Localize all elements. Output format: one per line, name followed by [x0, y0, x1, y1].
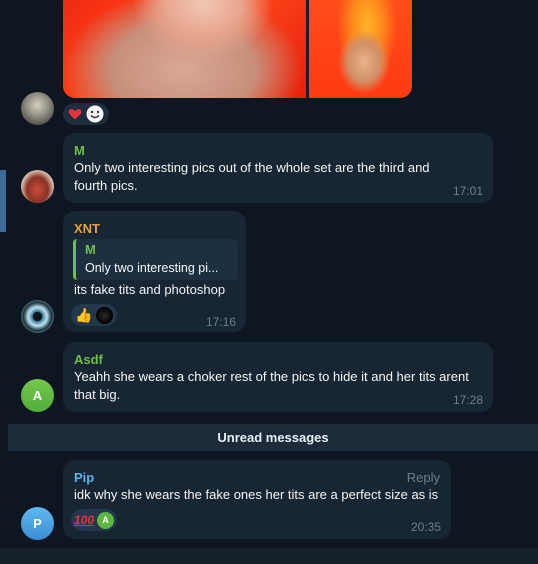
sender-name[interactable]: M	[74, 143, 85, 158]
reaction-chip[interactable]: 👍	[71, 304, 117, 326]
message-text: Only two interesting pics out of the who…	[74, 160, 430, 193]
sender-name[interactable]: Asdf	[74, 352, 103, 367]
message-bubble[interactable]: M Only two interesting pics out of the w…	[63, 133, 493, 203]
reply-button[interactable]: Reply	[407, 470, 440, 485]
quote-sender: M	[85, 242, 96, 257]
reaction-chip[interactable]	[63, 103, 109, 125]
message-time: 17:28	[452, 393, 483, 407]
message-text: its fake tits and photoshop	[74, 282, 226, 297]
hundred-points-icon: 100	[73, 513, 95, 527]
message-bubble[interactable]: XNT M Only two interesting pi... its fak…	[63, 211, 246, 332]
quote-text: Only two interesting pi...	[85, 261, 219, 275]
message-time: 17:16	[205, 315, 236, 329]
reaction-chip[interactable]: 100 A	[71, 509, 117, 531]
scroll-indicator[interactable]	[0, 170, 6, 232]
red-heart-icon	[68, 107, 82, 121]
message-time: 17:01	[452, 184, 483, 198]
chat-view: M Only two interesting pics out of the w…	[0, 0, 538, 564]
sender-name[interactable]: Pip	[74, 470, 94, 485]
composer-bar[interactable]	[0, 548, 538, 564]
avatar[interactable]: P	[21, 507, 54, 540]
reactor-avatar-icon: A	[97, 511, 115, 529]
photo-album[interactable]	[63, 0, 412, 98]
thumbs-up-icon: 👍	[75, 307, 93, 323]
avatar[interactable]	[21, 300, 54, 333]
reply-quote[interactable]: M Only two interesting pi...	[73, 239, 238, 280]
message-bubble[interactable]: Asdf Yeahh she wears a choker rest of th…	[63, 342, 493, 412]
avatar[interactable]	[21, 92, 54, 125]
sender-name[interactable]: XNT	[74, 221, 100, 236]
message-time: 20:35	[410, 520, 441, 534]
photo-thumbnail[interactable]	[63, 0, 306, 98]
avatar[interactable]	[21, 170, 54, 203]
dark-circle-icon	[95, 306, 113, 324]
message-text: idk why she wears the fake ones her tits…	[74, 487, 439, 502]
unread-divider: Unread messages	[8, 424, 538, 451]
message-bubble[interactable]: Pip Reply idk why she wears the fake one…	[63, 460, 451, 539]
smiling-face-icon	[86, 105, 104, 123]
photo-thumbnail[interactable]	[309, 0, 412, 98]
message-text: Yeahh she wears a choker rest of the pic…	[74, 369, 469, 402]
avatar[interactable]: A	[21, 379, 54, 412]
